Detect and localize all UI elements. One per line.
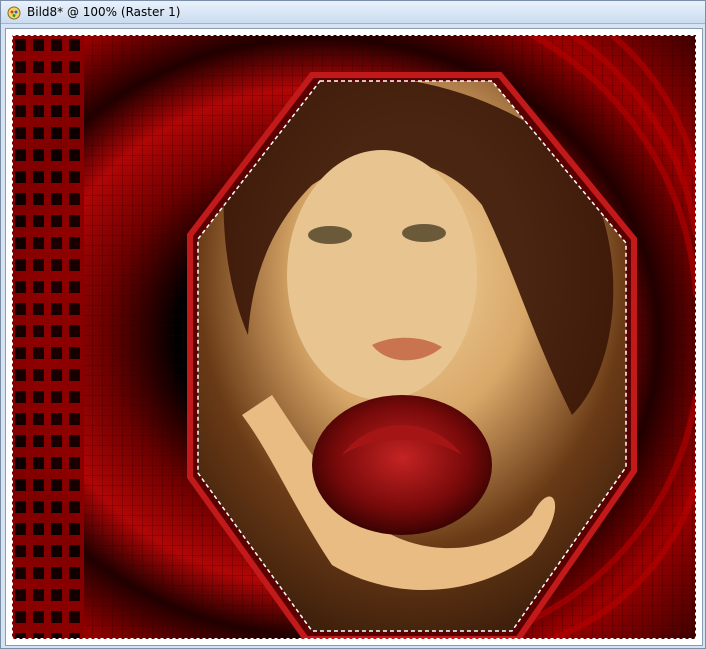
rose: [312, 395, 492, 535]
document-window[interactable]: Bild8* @ 100% (Raster 1): [0, 0, 706, 649]
artwork: [12, 35, 696, 639]
image-canvas[interactable]: [12, 35, 696, 639]
title-bar[interactable]: Bild8* @ 100% (Raster 1): [1, 1, 705, 24]
checker-strip: [12, 35, 84, 639]
canvas-frame: [5, 28, 703, 646]
psp-document-icon: [7, 5, 21, 20]
window-title: Bild8* @ 100% (Raster 1): [27, 5, 181, 19]
